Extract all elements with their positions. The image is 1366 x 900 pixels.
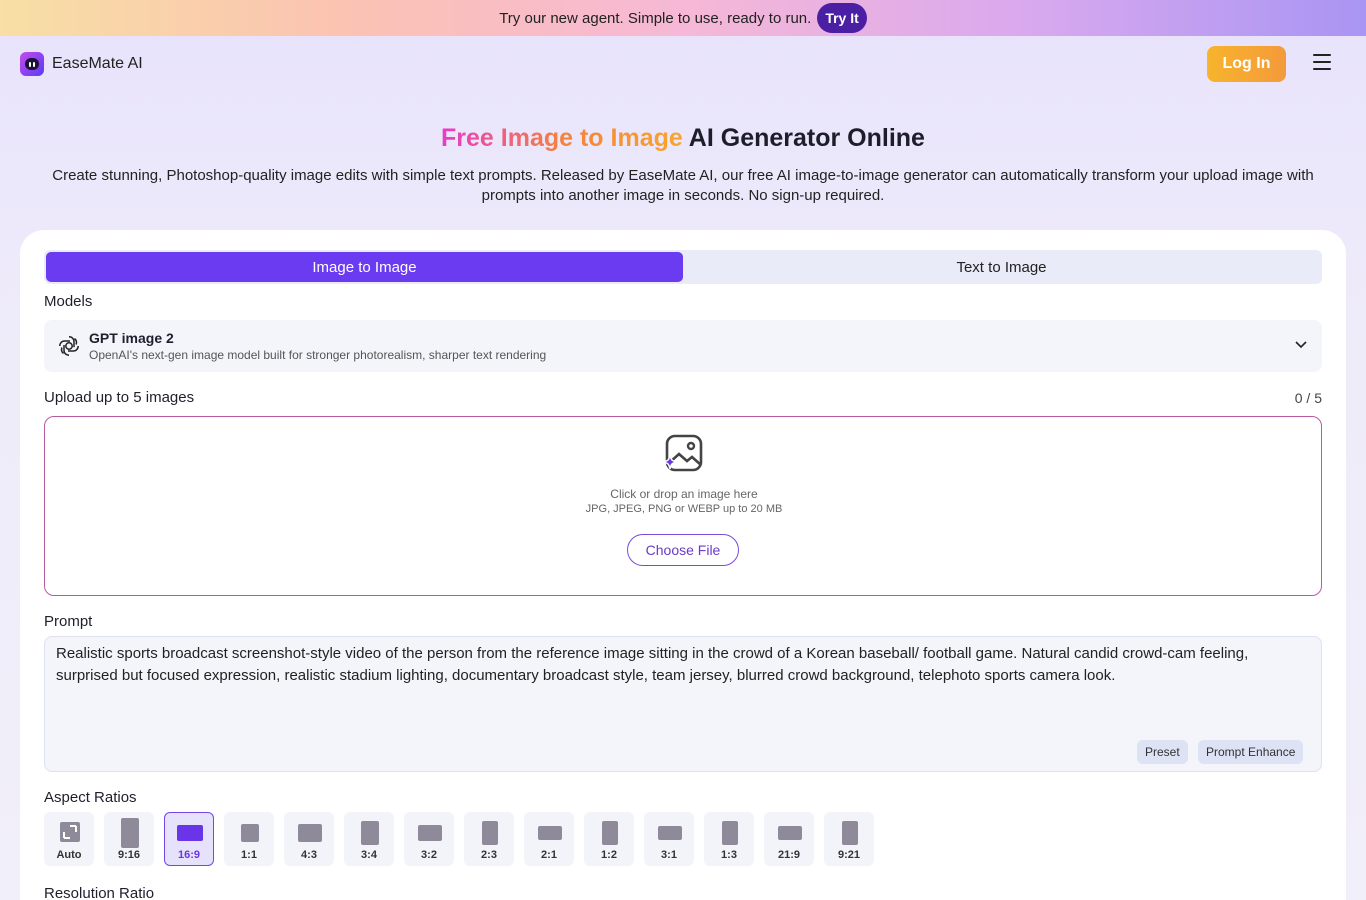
- ratio-1-1[interactable]: 1:1: [224, 812, 274, 866]
- prompt-enhance-button[interactable]: Prompt Enhance: [1198, 740, 1304, 764]
- ratio-3-4[interactable]: 3:4: [344, 812, 394, 866]
- ratio-9-21[interactable]: 9:21: [824, 812, 874, 866]
- site-header: EaseMate AI Log In: [0, 36, 1366, 92]
- prompt-textarea[interactable]: Realistic sports broadcast screenshot-st…: [44, 636, 1322, 772]
- ratio-shape: [658, 826, 682, 840]
- promo-banner: Try our new agent. Simple to use, ready …: [0, 0, 1366, 36]
- ratio-label: 2:1: [541, 849, 557, 861]
- ratio-16-9[interactable]: 16:9: [164, 812, 214, 866]
- ratio-1-3[interactable]: 1:3: [704, 812, 754, 866]
- auto-ratio-icon: [60, 822, 80, 842]
- ratio-shape: [482, 821, 498, 845]
- ratio-label: 1:1: [241, 849, 257, 861]
- upload-dropzone[interactable]: Click or drop an image here JPG, JPEG, P…: [44, 416, 1322, 596]
- model-select[interactable]: GPT image 2 OpenAI's next-gen image mode…: [44, 320, 1322, 372]
- generator-card: Image to Image Text to Image Models GPT …: [20, 230, 1346, 900]
- ratio-2-1[interactable]: 2:1: [524, 812, 574, 866]
- title-rest: AI Generator Online: [682, 124, 925, 152]
- tab-image-to-image[interactable]: Image to Image: [46, 252, 683, 282]
- ratio-label: 3:4: [361, 849, 377, 861]
- prompt-value[interactable]: Realistic sports broadcast screenshot-st…: [56, 643, 1306, 687]
- ratio-shape: [778, 826, 802, 840]
- ratio-label: 3:1: [661, 849, 677, 861]
- ratio-4-3[interactable]: 4:3: [284, 812, 334, 866]
- brand-logo[interactable]: EaseMate AI: [20, 52, 143, 76]
- tab-text-to-image[interactable]: Text to Image: [683, 252, 1320, 282]
- try-it-button[interactable]: Try It: [817, 3, 867, 33]
- ratio-9-16[interactable]: 9:16: [104, 812, 154, 866]
- title-highlight: Free Image to Image: [441, 124, 683, 152]
- ratio-shape: [842, 821, 858, 845]
- ratio-shape: [177, 825, 203, 841]
- preset-button[interactable]: Preset: [1137, 740, 1188, 764]
- ratio-label: 21:9: [777, 849, 801, 861]
- aspect-ratios-label: Aspect Ratios: [44, 789, 137, 806]
- ratio-shape: [602, 821, 618, 845]
- ratio-shape: [538, 826, 562, 840]
- banner-text: Try our new agent. Simple to use, ready …: [499, 9, 812, 27]
- page-description: Create stunning, Photoshop-quality image…: [52, 167, 1314, 204]
- ratio-label: 9:21: [837, 849, 861, 861]
- openai-icon: [59, 336, 79, 356]
- ratio-label: 2:3: [481, 849, 497, 861]
- resolution-ratio-label: Resolution Ratio: [44, 885, 155, 900]
- ratio-shape: [361, 821, 379, 845]
- upload-count: 0 / 5: [1294, 390, 1322, 406]
- ratio-label: 3:2: [421, 849, 437, 861]
- model-description: OpenAI's next-gen image model built for …: [89, 348, 547, 362]
- ratio-shape: [121, 818, 139, 848]
- ratio-label: 1:3: [721, 849, 737, 861]
- ratio-label: 16:9: [177, 849, 201, 861]
- prompt-label: Prompt: [44, 613, 93, 630]
- upload-label: Upload up to 5 images: [44, 389, 195, 406]
- ratio-shape: [418, 825, 442, 841]
- ratio-shape: [298, 824, 322, 842]
- ratio-21-9[interactable]: 21:9: [764, 812, 814, 866]
- ratio-3-1[interactable]: 3:1: [644, 812, 694, 866]
- image-upload-icon: [662, 434, 703, 472]
- model-name: GPT image 2: [89, 330, 174, 346]
- models-label: Models: [44, 293, 93, 310]
- easemate-logo-icon: [20, 52, 44, 76]
- choose-file-button[interactable]: Choose File: [627, 534, 739, 566]
- upload-formats: JPG, JPEG, PNG or WEBP up to 20 MB: [585, 503, 783, 515]
- ratio-label: 4:3: [301, 849, 317, 861]
- page-title: Free Image to Image AI Generator Online: [0, 124, 1366, 153]
- ratio-1-2[interactable]: 1:2: [584, 812, 634, 866]
- upload-hint: Click or drop an image here: [610, 487, 758, 501]
- ratio-label: 9:16: [117, 849, 141, 861]
- brand-name: EaseMate AI: [52, 55, 143, 72]
- ratio-label: Auto: [56, 849, 82, 861]
- hamburger-menu-icon[interactable]: [1310, 54, 1334, 74]
- mode-tabs: Image to Image Text to Image: [44, 250, 1322, 284]
- ratio-2-3[interactable]: 2:3: [464, 812, 514, 866]
- ratio-3-2[interactable]: 3:2: [404, 812, 454, 866]
- ratio-label: 1:2: [601, 849, 617, 861]
- ratio-shape: [241, 824, 259, 842]
- chevron-down-icon: [1295, 341, 1307, 349]
- ratio-auto[interactable]: Auto: [44, 812, 94, 866]
- login-button[interactable]: Log In: [1207, 46, 1286, 82]
- ratio-shape: [722, 821, 738, 845]
